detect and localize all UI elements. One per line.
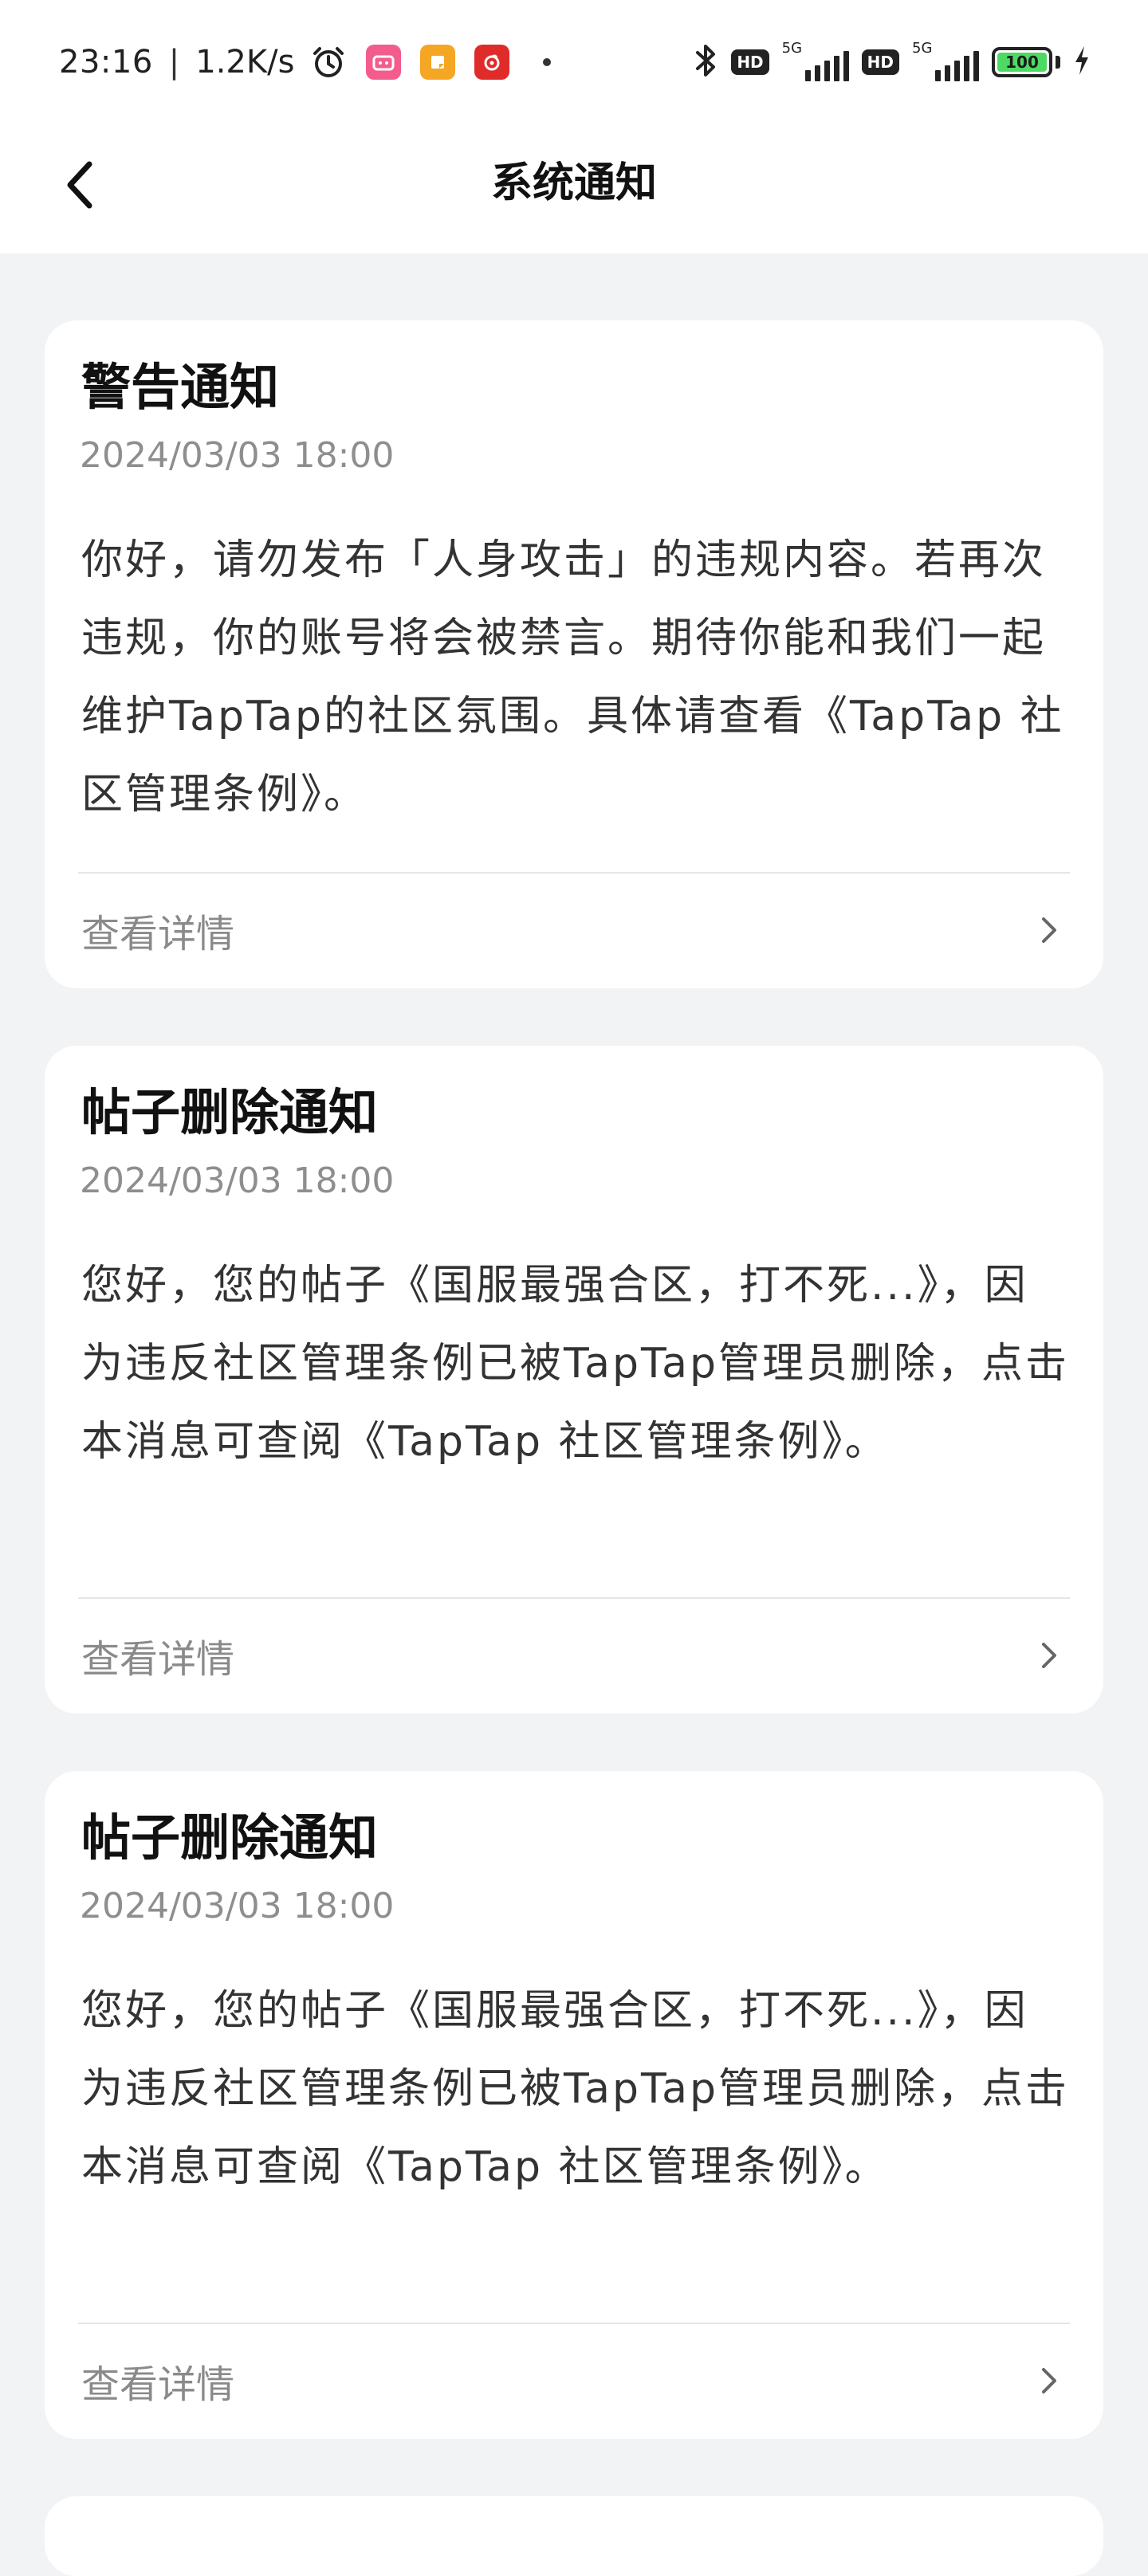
battery-level-text: 100	[1005, 53, 1039, 72]
view-details-row[interactable]: 查看详情	[81, 2337, 1067, 2425]
status-time: 23:16	[59, 44, 153, 80]
notification-body: 您好，您的帖子《国服最强合区，打不死...》，因为违反社区管理条例已被TapTa…	[81, 1262, 1070, 1466]
view-details-row[interactable]: 查看详情	[81, 1612, 1067, 1699]
hd-badge-2: HD	[861, 49, 899, 75]
notification-body: 你好，请勿发布「人身攻击」的违规内容。若再次违规，你的账号将会被禁言。期待你能和…	[81, 536, 1064, 819]
signal-icon-2: 5G	[912, 40, 979, 84]
status-separator: |	[168, 44, 180, 80]
status-net-speed: 1.2K/s	[195, 44, 295, 80]
view-details-label: 查看详情	[81, 2362, 235, 2407]
bilibili-app-icon	[366, 45, 402, 80]
bluetooth-icon	[693, 41, 718, 83]
battery-icon: 100	[992, 47, 1052, 77]
notification-date: 2024/03/03 18:00	[80, 1160, 395, 1201]
status-more-dot	[543, 58, 552, 66]
card-divider	[78, 2323, 1070, 2324]
notification-title: 帖子删除通知	[81, 1083, 379, 1141]
notification-body: 您好，您的帖子《国服最强合区，打不死...》，因为违反社区管理条例已被TapTa…	[81, 1987, 1070, 2191]
notification-card[interactable]: 警告通知 2024/03/03 18:00 你好，请勿发布「人身攻击」的违规内容…	[45, 320, 1103, 988]
chevron-right-icon	[1032, 1638, 1067, 1673]
signal-icon-1: 5G	[782, 40, 849, 84]
notes-app-icon	[420, 45, 456, 80]
battery-cap	[1056, 56, 1060, 69]
notification-date: 2024/03/03 18:00	[80, 435, 395, 476]
charging-icon	[1073, 45, 1091, 80]
netease-music-app-icon	[474, 45, 510, 80]
notification-card[interactable]: 帖子删除通知 2024/03/03 18:00 您好，您的帖子《国服最强合区，打…	[45, 1046, 1103, 1714]
notification-title: 帖子删除通知	[81, 1808, 379, 1867]
notification-card[interactable]: 帖子删除通知 2024/03/03 18:00 您好，您的帖子《国服最强合区，打…	[45, 1771, 1103, 2439]
card-divider	[78, 1597, 1070, 1599]
navigation-bar: 系统通知	[0, 120, 1148, 253]
notification-title: 警告通知	[81, 358, 280, 416]
page-title: 系统通知	[490, 159, 657, 207]
status-bar: 23:16 | 1.2K/s HD 5G HD 5G 100	[0, 0, 1148, 120]
alarm-icon	[310, 44, 347, 80]
view-details-label: 查看详情	[81, 912, 235, 956]
view-details-row[interactable]: 查看详情	[81, 886, 1067, 974]
view-details-label: 查看详情	[81, 1637, 235, 1682]
notification-card-partial[interactable]	[45, 2496, 1103, 2576]
notification-date: 2024/03/03 18:00	[80, 1886, 395, 1926]
network-5g-label-1: 5G	[781, 40, 803, 57]
status-bar-right: HD 5G HD 5G 100	[693, 38, 1091, 86]
status-bar-left: 23:16 | 1.2K/s	[59, 40, 552, 84]
card-divider	[78, 872, 1070, 874]
chevron-right-icon	[1032, 2363, 1067, 2398]
chevron-right-icon	[1032, 913, 1067, 948]
network-5g-label-2: 5G	[912, 40, 933, 57]
hd-badge-1: HD	[731, 49, 769, 75]
